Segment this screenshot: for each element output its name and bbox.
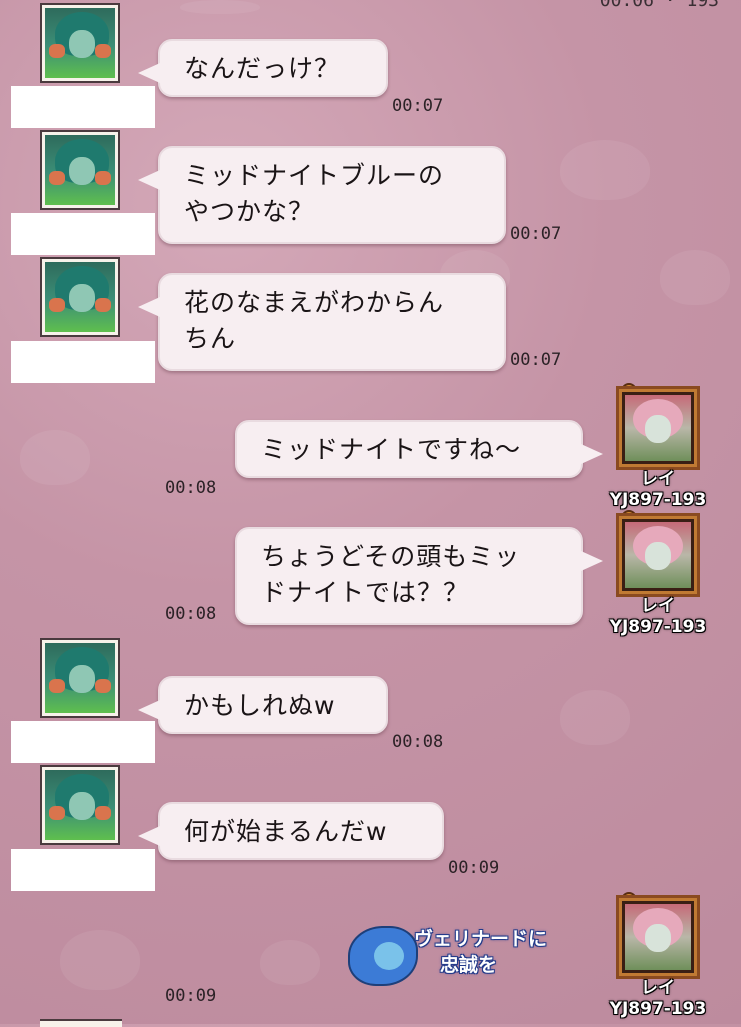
player-name-redacted [11, 849, 155, 891]
message-text: ちょうどその頭もミッ ドナイトでは？？ [261, 542, 521, 607]
player-avatar[interactable] [42, 767, 118, 843]
rei-avatar[interactable] [616, 513, 700, 597]
message-time: 00:07 [510, 224, 562, 244]
background-pattern [560, 140, 650, 200]
sticker-text: 忠誠を [440, 954, 498, 976]
player-avatar[interactable] [42, 259, 118, 335]
message-text: ミッドナイトブルーの やつかな？ [184, 161, 445, 226]
message-text: ミッドナイトですね～ [261, 435, 522, 464]
message-bubble[interactable]: 花のなまえがわからん ちん [138, 273, 506, 371]
message-text: なんだっけ？ [184, 54, 341, 83]
background-pattern [180, 0, 260, 14]
message-bubble[interactable]: ミッドナイトブルーの やつかな？ [138, 146, 506, 244]
background-pattern [260, 940, 320, 985]
message-bubble[interactable]: ちょうどその頭もミッ ドナイトでは？？ [235, 527, 603, 625]
player-id: YJ897-193 [609, 490, 707, 510]
rei-avatar[interactable] [616, 895, 700, 979]
message-bubble[interactable]: なんだっけ？ [138, 39, 388, 97]
player-name: レイ [641, 978, 675, 998]
player-name: レイ [641, 469, 675, 489]
message-bubble[interactable]: 何が始まるんだw [138, 802, 444, 860]
timestamp-partial: 00:06 · 193 [599, 0, 719, 11]
message-time: 00:08 [165, 604, 217, 624]
player-avatar[interactable] [42, 640, 118, 716]
player-avatar[interactable] [42, 5, 118, 81]
message-time: 00:09 [448, 858, 500, 878]
rei-avatar[interactable] [616, 386, 700, 470]
background-pattern [20, 430, 90, 485]
player-id: YJ897-193 [609, 999, 707, 1019]
player-name-redacted [11, 721, 155, 763]
player-name: レイ [641, 596, 675, 616]
message-text: かもしれぬw [184, 691, 336, 720]
message-time: 00:08 [165, 478, 217, 498]
message-bubble[interactable]: かもしれぬw [138, 676, 388, 734]
background-pattern [560, 690, 630, 745]
player-id: YJ897-193 [609, 617, 707, 637]
player-name-redacted [11, 341, 155, 383]
message-time: 00:07 [392, 96, 444, 116]
stamp-sticker[interactable]: ヴェリナードに 忠誠を [348, 920, 558, 988]
message-time: 00:09 [165, 986, 217, 1006]
player-name-redacted [11, 213, 155, 255]
sticker-text: ヴェリナードに [414, 928, 548, 950]
player-avatar[interactable] [42, 132, 118, 208]
message-time: 00:08 [392, 732, 444, 752]
background-pattern [660, 250, 730, 305]
message-time: 00:07 [510, 350, 562, 370]
fish-face [374, 942, 404, 970]
background-pattern [60, 930, 140, 990]
message-text: 花のなまえがわからん ちん [184, 288, 445, 353]
message-bubble[interactable]: ミッドナイトですね～ [235, 420, 603, 478]
next-avatar-edge [40, 1019, 122, 1027]
player-name-redacted [11, 86, 155, 128]
message-text: 何が始まるんだw [184, 817, 388, 846]
